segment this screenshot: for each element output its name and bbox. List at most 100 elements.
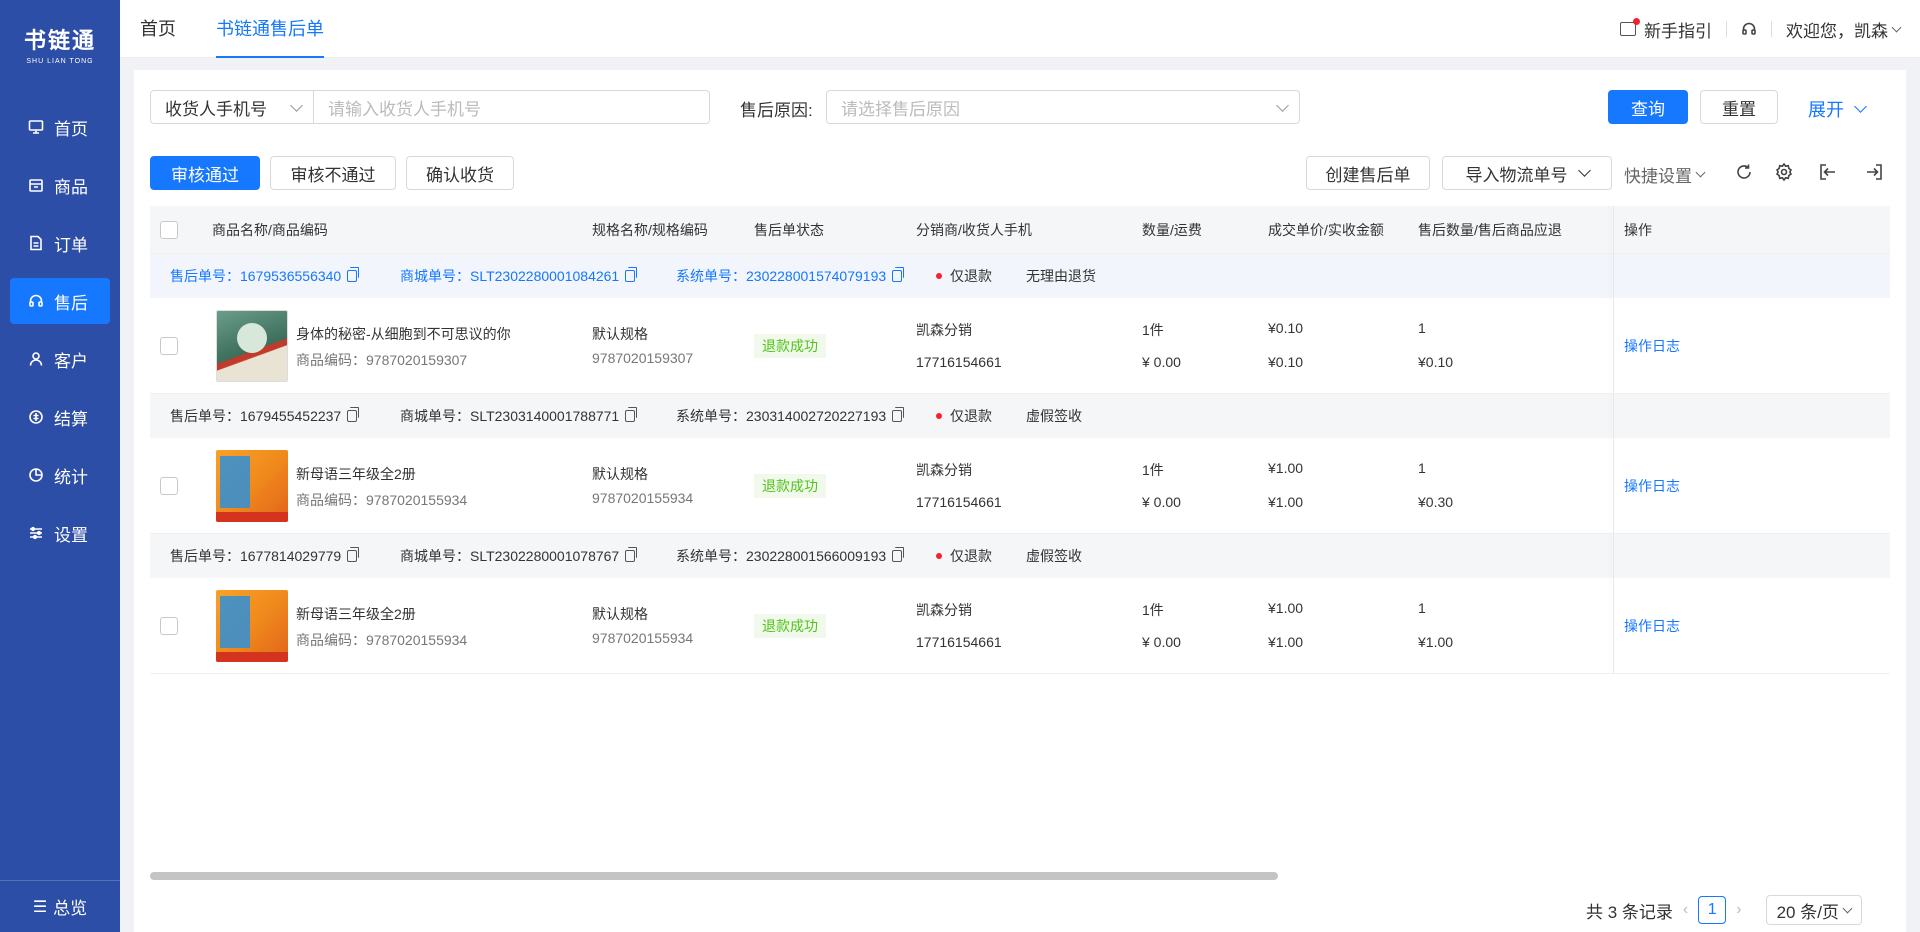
order-group-header: 售后单号：1677814029779 商城单号：SLT2302280001078… [150, 534, 1890, 578]
unit-price: ¥0.10 [1268, 320, 1304, 336]
search-field-select-value: 收货人手机号 [165, 99, 267, 119]
status-dot [936, 553, 942, 559]
quick-settings-label: 快捷设置 [1624, 167, 1692, 186]
quantity: 1件 [1142, 462, 1164, 478]
chevron-down-icon [1577, 164, 1591, 177]
product-name: 身体的秘密-从细胞到不可思议的你 [296, 326, 511, 342]
row-checkbox[interactable] [160, 337, 178, 355]
operation-log-link[interactable]: 操作日志 [1624, 476, 1680, 496]
chevron-down-icon [1276, 99, 1289, 112]
after-sale-qty: 1 [1418, 320, 1426, 336]
operation-log-link[interactable]: 操作日志 [1624, 616, 1680, 636]
copy-icon[interactable] [892, 547, 905, 562]
copy-icon[interactable] [625, 267, 638, 282]
topbar-right: 新手指引 欢迎您，凯森 [1620, 0, 1902, 58]
col-after-sale-qty: 售后数量/售后商品应退 [1418, 222, 1562, 238]
col-status: 售后单状态 [754, 222, 824, 238]
spec-code: 9787020159307 [592, 350, 694, 366]
quick-settings-dropdown[interactable]: 快捷设置 [1624, 162, 1706, 187]
col-distributor: 分销商/收货人手机 [916, 222, 1032, 238]
sidebar-item-label: 商品 [54, 177, 88, 197]
create-after-sale-button[interactable]: 创建售后单 [1306, 156, 1430, 190]
copy-icon[interactable] [625, 547, 638, 562]
tab-home[interactable]: 首页 [140, 0, 176, 58]
sidebar-overview-label: 总览 [53, 899, 88, 918]
refresh-icon[interactable] [1734, 162, 1754, 182]
total-records: 共 3 条记录 [1586, 902, 1673, 922]
status-dot [936, 413, 942, 419]
horizontal-scrollbar[interactable] [150, 872, 1278, 880]
sidebar-item-products[interactable]: 商品 [10, 162, 110, 208]
sidebar-item-settlement[interactable]: 结算 [10, 394, 110, 440]
table-row: 新母语三年级全2册 商品编码：9787020155934 默认规格 978702… [150, 578, 1890, 674]
refund-type: 仅退款 [950, 548, 992, 564]
import-icon[interactable] [1818, 162, 1838, 182]
select-all-checkbox[interactable] [160, 221, 178, 239]
expand-label: 展开 [1808, 100, 1844, 120]
sidebar-item-label: 首页 [54, 119, 88, 139]
product-image [216, 450, 288, 522]
sidebar-item-home[interactable]: 首页 [10, 104, 110, 150]
headset-icon [28, 293, 44, 309]
approve-button[interactable]: 审核通过 [150, 156, 260, 190]
copy-icon[interactable] [625, 407, 638, 422]
app-logo[interactable]: 书链通 SHU LIAN TONG [0, 0, 120, 88]
tab-after-sales[interactable]: 书链通售后单 [216, 0, 324, 58]
freight: ¥ 0.00 [1142, 354, 1181, 370]
guide-link[interactable]: 新手指引 [1644, 17, 1712, 42]
copy-icon[interactable] [347, 267, 360, 282]
refund-amount: ¥1.00 [1418, 634, 1454, 650]
page-button[interactable]: 1 [1698, 896, 1727, 924]
sidebar-item-settings[interactable]: 设置 [10, 510, 110, 556]
confirm-receipt-button[interactable]: 确认收货 [406, 156, 514, 190]
receiver-phone: 17716154661 [916, 354, 1002, 370]
copy-icon[interactable] [347, 547, 360, 562]
copy-icon[interactable] [892, 407, 905, 422]
system-order-no: 系统单号：230228001574079193 [676, 254, 905, 298]
spec-code: 9787020155934 [592, 490, 694, 506]
document-icon [28, 235, 44, 251]
order-group-header: 售后单号：1679455452237 商城单号：SLT2303140001788… [150, 394, 1890, 438]
reset-button[interactable]: 重置 [1700, 90, 1778, 124]
reject-button[interactable]: 审核不通过 [270, 156, 396, 190]
export-icon[interactable] [1864, 162, 1884, 182]
mall-order-no: 商城单号：SLT2302280001078767 [400, 534, 638, 578]
status-badge: 退款成功 [754, 334, 826, 358]
reason-select[interactable]: 请选择售后原因 [826, 90, 1300, 124]
sidebar-item-customers[interactable]: 客户 [10, 336, 110, 382]
after-sale-reason: 无理由退货 [1026, 268, 1096, 284]
operation-log-link[interactable]: 操作日志 [1624, 336, 1680, 356]
gear-icon[interactable] [1774, 162, 1794, 182]
after-sale-qty: 1 [1418, 460, 1426, 476]
chevron-down-icon [1695, 167, 1706, 178]
unit-price: ¥1.00 [1268, 460, 1304, 476]
copy-icon[interactable] [347, 407, 360, 422]
guide-icon [1620, 18, 1640, 36]
received-amount: ¥0.10 [1268, 354, 1304, 370]
table-row: 身体的秘密-从细胞到不可思议的你 商品编码：9787020159307 默认规格… [150, 298, 1890, 394]
topbar: 首页 书链通售后单 新手指引 欢迎您，凯森 [120, 0, 1920, 58]
logo-text: 书链通 [23, 28, 96, 53]
expand-toggle[interactable]: 展开 [1808, 96, 1867, 122]
reason-label: 售后原因: [740, 101, 813, 120]
support-headset-icon[interactable] [1741, 21, 1757, 37]
after-sale-reason: 虚假签收 [1026, 408, 1082, 424]
distributor: 凯森分销 [916, 322, 972, 338]
welcome-user[interactable]: 欢迎您，凯森 [1786, 17, 1888, 42]
sidebar-item-after-sales[interactable]: 售后 [10, 278, 110, 324]
prev-page-icon[interactable]: ‹ [1683, 901, 1688, 919]
query-button[interactable]: 查询 [1608, 90, 1688, 124]
row-checkbox[interactable] [160, 477, 178, 495]
search-field-select[interactable]: 收货人手机号 [150, 90, 314, 124]
sidebar-nav: 首页 商品 订单 售后 客户 结算 统计 设置 [0, 104, 120, 556]
phone-input[interactable]: 请输入收货人手机号 [313, 90, 710, 124]
sidebar-overview[interactable]: ☰ 总览 [0, 880, 120, 932]
sidebar-item-orders[interactable]: 订单 [10, 220, 110, 266]
row-checkbox[interactable] [160, 617, 178, 635]
copy-icon[interactable] [892, 267, 905, 282]
fixed-column-divider [1613, 206, 1614, 674]
page-size-select[interactable]: 20 条/页 [1765, 895, 1862, 925]
sidebar-item-statistics[interactable]: 统计 [10, 452, 110, 498]
next-page-icon[interactable]: › [1736, 901, 1741, 919]
import-logistics-button[interactable]: 导入物流单号 [1442, 156, 1612, 190]
